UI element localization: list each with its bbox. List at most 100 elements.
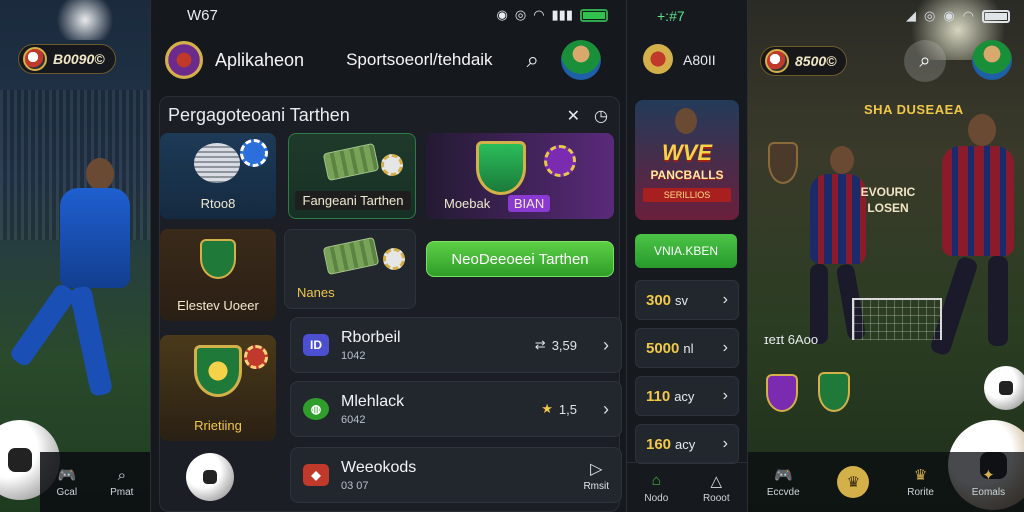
left-hero-panel: B0090© 🎮 Gcal ⌕ Pmat: [0, 0, 150, 512]
player-figure-red: [908, 110, 1024, 410]
chevron-right-icon: ›: [722, 387, 728, 404]
row-text: Rborbeil 1042: [341, 329, 401, 362]
nav-item-gcal[interactable]: 🎮 Gcal: [57, 466, 78, 498]
odds-unit: acy: [675, 436, 696, 452]
nav-item-games[interactable]: 🎮 Eccvde: [767, 466, 800, 498]
row-name: Rborbeil: [341, 328, 401, 346]
close-icon[interactable]: ✕: [567, 106, 580, 126]
list-item[interactable]: ID Rborbeil 1042 ⇄ 3,59 ›: [290, 317, 622, 373]
app-bar: Aplikaheon Sportsoeorl/tehdaik ⌕: [151, 34, 626, 86]
promo-ribbon: SERILLIOS: [643, 188, 731, 202]
card-label: Rtoo8: [200, 196, 236, 211]
right-hero-panel: ◢ ◎ ◉ ◠ 8500© ⌕ SHA DUSEAEA EVOURIC LOSE…: [748, 0, 1024, 512]
odds-value: 160: [646, 435, 672, 453]
promo-card-coins[interactable]: Rtoo8: [160, 133, 276, 219]
side-logo[interactable]: [643, 44, 673, 74]
promo-card-notes[interactable]: Nanes: [284, 229, 416, 309]
row-meta: ▷ Rmsit: [583, 459, 609, 492]
status-time: W67: [187, 6, 218, 24]
odds-value: 110: [646, 387, 671, 405]
card-label: Nanes: [297, 285, 335, 300]
play-icon: ▷: [590, 460, 603, 478]
trophy-icon: ♛: [913, 467, 928, 484]
odds-side-panel: +:#7 A80II WVE PANCBALLS SERILLIOS VNIA.…: [627, 0, 748, 512]
row-meta-value: 1,5: [558, 401, 577, 417]
row-sub: 6042: [341, 413, 366, 426]
chevron-right-icon: ›: [722, 435, 728, 452]
player-portrait: [665, 104, 705, 144]
avatar[interactable]: [560, 40, 601, 80]
cash-icon: [322, 236, 380, 276]
section-header: Pergagoteoani Tarthen ✕ ◷: [168, 105, 608, 126]
odds-row[interactable]: 110 acy ›: [635, 376, 739, 416]
nav-label: Eccvde: [766, 487, 800, 498]
search-icon[interactable]: ⌕: [904, 40, 946, 82]
chevron-right-icon: ›: [603, 398, 609, 419]
side-action-button[interactable]: VNIA.KBEN: [635, 234, 737, 268]
list-item[interactable]: ◍ Mlehlack 6042 ★ 1,5 ›: [290, 381, 622, 437]
nav-item-trophy[interactable]: ♛: [837, 466, 870, 498]
nfc-icon: ◎: [514, 7, 527, 22]
balance-pill[interactable]: 8500©: [760, 46, 848, 76]
odds-row[interactable]: 300 sv ›: [635, 280, 739, 320]
promo-card-emblem[interactable]: Elestev Uoeer: [160, 229, 276, 321]
poker-chip-icon: [240, 139, 268, 167]
clock-icon[interactable]: ◷: [594, 106, 608, 126]
card-label-text: Moebak: [444, 196, 491, 211]
status-icons: ◉ ◎ ◠ ▮▮▮: [496, 7, 608, 23]
promo-banner[interactable]: WVE PANCBALLS SERILLIOS: [635, 100, 739, 220]
data-icon: ◉: [496, 7, 508, 22]
coin-icon: [383, 248, 405, 270]
app-logo[interactable]: [165, 41, 203, 79]
right-status-icons: ◢ ◎ ◉ ◠: [906, 8, 1010, 24]
star-icon: ★: [541, 401, 553, 416]
data-icon: ◉: [943, 8, 955, 23]
odds-value: 300: [646, 291, 672, 309]
balance-pill[interactable]: B0090©: [18, 44, 116, 74]
row-meta: ⇄ 3,59: [535, 337, 577, 353]
trophy-shield-icon: [194, 345, 242, 397]
odds-row[interactable]: 5000 nl ›: [635, 328, 739, 368]
nav-label: Gcal: [56, 487, 78, 498]
shield-icon: [476, 141, 526, 195]
list-item[interactable]: ◆ Weeokods 03 07 ▷ Rmsit: [290, 447, 622, 503]
odds-row[interactable]: 160 acy ›: [635, 424, 739, 464]
nav-item-events[interactable]: ✦ Eomals: [972, 466, 1005, 498]
wifi-icon: ◠: [962, 8, 974, 23]
promo-card-cash[interactable]: Fangeani Tarthen: [288, 133, 416, 219]
ticket-icon-text: ID: [310, 338, 322, 352]
balance-text: 8500©: [795, 53, 837, 69]
card-label: Rrietiing: [194, 418, 242, 433]
nav-item-pmat[interactable]: ⌕ Pmat: [110, 466, 133, 499]
battery-icon: [580, 8, 608, 22]
promo-card-rating[interactable]: Rrietiing: [160, 335, 276, 441]
odds-unit: nl: [683, 340, 694, 356]
promo-subtitle: PANCBALLS: [650, 168, 724, 182]
ticket-red-icon: ◆: [303, 464, 329, 486]
section-title: Pergagoteoani Tarthen: [168, 105, 350, 125]
club-crest-icon[interactable]: [766, 374, 798, 412]
club-badge-icon: [765, 49, 789, 73]
swap-icon: ⇄: [534, 337, 546, 352]
promo-card-shield[interactable]: Moebak BIAN: [426, 133, 614, 219]
cta-button[interactable]: NeoDeeoeei Tarthen: [426, 241, 614, 277]
chevron-right-icon: ›: [722, 291, 728, 308]
row-meta-value: Rmsit: [583, 480, 609, 492]
nav-item-home[interactable]: ⌂ Nodo: [644, 472, 668, 504]
card-label: Moebak BIAN: [426, 195, 614, 212]
cash-icon: [322, 142, 380, 182]
promotions-section: Pergagoteoani Tarthen ✕ ◷ Rtoo8 Fangeani…: [159, 96, 622, 512]
player-figure: [8, 110, 130, 430]
sportsbook-tab[interactable]: Sportsoeorl/tehdaik: [346, 50, 492, 70]
main-app-screen: W67 ◉ ◎ ◠ ▮▮▮ Aplikaheon Sportsoeorl/teh…: [150, 0, 627, 512]
signal-icon: ▮▮▮: [551, 7, 573, 22]
stadium-light: [50, 0, 120, 40]
row-sub: 03 07: [341, 479, 369, 492]
side-bottom-nav: ⌂ Nodo △ Rooot: [627, 462, 747, 512]
avatar[interactable]: [972, 40, 1012, 80]
club-crest-icon[interactable]: [818, 372, 850, 412]
card-label: Elestev Uoeer: [177, 298, 259, 313]
nav-item-bell[interactable]: △ Rooot: [703, 472, 730, 504]
search-icon[interactable]: ⌕: [527, 47, 539, 73]
nav-item-rewards[interactable]: ♛ Rorite: [907, 466, 934, 498]
